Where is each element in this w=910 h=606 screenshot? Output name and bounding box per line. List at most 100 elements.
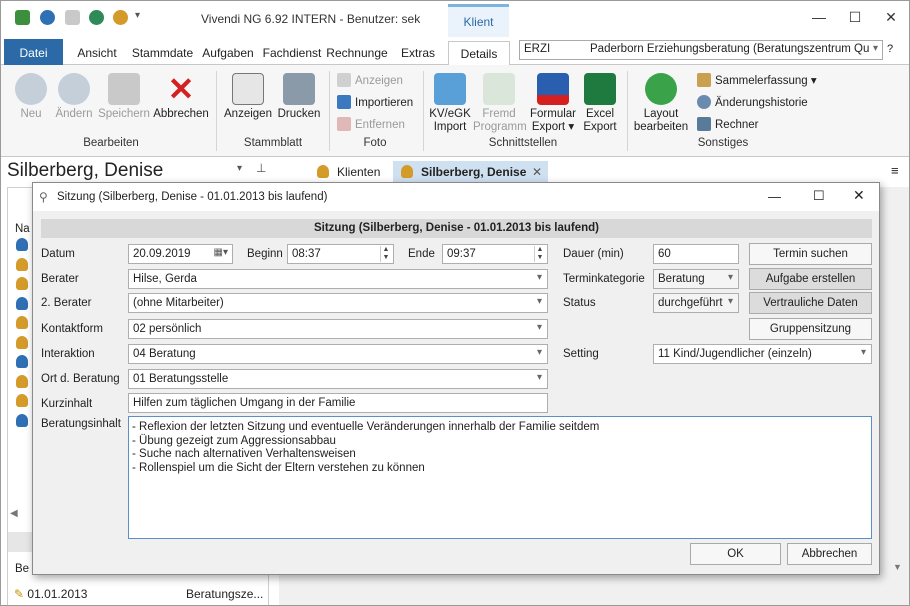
import-icon <box>337 95 351 109</box>
foto-importieren-button[interactable]: Importieren <box>337 95 413 109</box>
sitzung-dialog: ⚲ Sitzung (Silberberg, Denise - 01.01.20… <box>32 182 880 575</box>
document-preview-icon <box>232 73 264 105</box>
vertrauliche-daten-button[interactable]: Vertrauliche Daten <box>749 292 872 314</box>
tab-stammdaten[interactable]: Stammdate <box>131 41 194 65</box>
external-program-icon <box>483 73 515 105</box>
table-row[interactable]: ✎ 01.01.2013 Beratungsze... <box>8 583 268 605</box>
label-beginn: Beginn <box>247 248 283 260</box>
speichern-button[interactable]: Speichern <box>97 73 151 121</box>
stammblatt-anzeigen-button[interactable]: Anzeigen <box>223 73 273 121</box>
kurzinhalt-field[interactable]: Hilfen zum täglichen Umgang in der Famil… <box>128 393 548 413</box>
menu-icon[interactable]: ≡ <box>891 163 899 178</box>
rechner-button[interactable]: Rechner <box>697 117 758 131</box>
dauer-field[interactable]: 60 <box>653 244 739 264</box>
datum-field[interactable]: 20.09.2019 ▦▾ <box>128 244 233 264</box>
magnifier-icon <box>337 73 351 87</box>
abbrechen-ribbon-button[interactable]: ✕ Abbrechen <box>151 73 211 121</box>
sammelerfassung-button[interactable]: Sammelerfassung ▾ <box>697 73 817 87</box>
formular-export-button[interactable]: Formular Export ▾ <box>527 73 579 134</box>
aufgabe-erstellen-button[interactable]: Aufgabe erstellen <box>749 268 872 290</box>
layout-bearbeiten-button[interactable]: Layout bearbeiten <box>631 73 691 134</box>
qa-dropdown-icon[interactable]: ▾ <box>135 10 140 21</box>
berater-select[interactable]: Hilse, Gerda <box>128 269 548 289</box>
tab-ansicht[interactable]: Ansicht <box>67 41 127 65</box>
aendern-button[interactable]: Ändern <box>53 73 95 121</box>
kontaktform-select[interactable]: 02 persönlich <box>128 319 548 339</box>
tab-aufgaben[interactable]: Aufgaben <box>198 41 258 65</box>
checkmark-icon <box>645 73 677 105</box>
group-bearbeiten-label: Bearbeiten <box>83 137 139 149</box>
excel-export-button[interactable]: Excel Export <box>579 73 621 134</box>
setting-select[interactable]: 11 Kind/Jugendlicher (einzeln) <box>653 344 872 364</box>
help-icon[interactable]: ? <box>887 43 893 55</box>
tab-datei[interactable]: Datei <box>4 39 63 65</box>
doc-tab-klienten[interactable]: Klienten <box>309 161 389 183</box>
new-user-icon <box>15 73 47 105</box>
close-tab-icon[interactable]: ✕ <box>532 165 542 179</box>
card-reader-icon <box>434 73 466 105</box>
tab-rechnungen[interactable]: Rechnunge <box>326 41 388 65</box>
beratungsinhalt-textarea[interactable]: - Reflexion der letzten Sitzung und even… <box>128 416 872 539</box>
person-icon <box>16 335 28 349</box>
neu-button[interactable]: Neu <box>11 73 51 121</box>
pin-icon[interactable]: ⊥ <box>256 161 266 175</box>
ort-select[interactable]: 01 Beratungsstelle <box>128 369 548 389</box>
dialog-maximize-icon[interactable]: ☐ <box>813 188 825 204</box>
label-dauer: Dauer (min) <box>563 248 624 260</box>
abbrechen-button[interactable]: Abbrechen <box>787 543 872 565</box>
calendar-icon[interactable]: ▦▾ <box>214 247 228 258</box>
kvegk-import-button[interactable]: KV/eGK Import <box>427 73 473 134</box>
ribbon-separator <box>627 71 628 151</box>
group-sonstiges-label: Sonstiges <box>697 137 749 149</box>
org-name: Paderborn Erziehungsberatung (Beratungsz… <box>590 43 870 55</box>
maximize-icon[interactable]: ☐ <box>845 9 865 26</box>
label-beratungsinhalt: Beratungsinhalt <box>41 418 121 430</box>
history-icon <box>697 95 711 109</box>
person-icon <box>16 355 28 368</box>
interaktion-select[interactable]: 04 Beratung <box>128 344 548 364</box>
app-window: ▾ Vivendi NG 6.92 INTERN - Benutzer: sek… <box>0 0 910 606</box>
person-icon <box>16 394 28 407</box>
terminkategorie-select[interactable]: Beratung <box>653 269 739 289</box>
refresh-icon[interactable] <box>40 10 55 25</box>
tab-fachdienst[interactable]: Fachdienst <box>261 41 323 65</box>
spinner-icon[interactable]: ▲ ▼ <box>534 246 545 262</box>
ok-button[interactable]: OK <box>690 543 781 565</box>
globe-icon[interactable] <box>89 10 104 25</box>
beginn-field[interactable]: 08:37 ▲ ▼ <box>287 244 394 264</box>
aenderungshistorie-button[interactable]: Änderungshistorie <box>697 95 808 109</box>
label-berater2: 2. Berater <box>41 297 92 309</box>
termin-suchen-button[interactable]: Termin suchen <box>749 243 872 265</box>
status-select[interactable]: durchgeführt <box>653 293 739 313</box>
edit-user-icon <box>58 73 90 105</box>
gruppensitzung-button[interactable]: Gruppensitzung <box>749 318 872 340</box>
spinner-icon[interactable]: ▲ ▼ <box>380 246 391 262</box>
label-ende: Ende <box>408 248 435 260</box>
tab-details[interactable]: Details <box>448 41 510 66</box>
word-pdf-icon <box>537 73 569 105</box>
fremdprogramm-button[interactable]: Fremd Programm <box>473 73 527 134</box>
users-icon[interactable] <box>113 10 128 25</box>
label-datum: Datum <box>41 248 75 260</box>
close-icon[interactable]: ✕ <box>881 9 901 26</box>
foto-entfernen-button[interactable]: Entfernen <box>337 117 405 131</box>
tab-extras[interactable]: Extras <box>393 41 443 65</box>
foto-anzeigen-button[interactable]: Anzeigen <box>337 73 403 87</box>
org-selector[interactable]: ERZI Paderborn Erziehungsberatung (Beratu… <box>519 40 883 60</box>
scroll-left-icon[interactable]: ◀ <box>10 508 18 519</box>
window-title: Vivendi NG 6.92 INTERN - Benutzer: sek <box>201 12 421 26</box>
dialog-title-bar: ⚲ Sitzung (Silberberg, Denise - 01.01.20… <box>33 183 879 211</box>
printer-icon <box>283 73 315 105</box>
quick-access-icon[interactable] <box>15 10 30 25</box>
doc-tab-client[interactable]: Silberberg, Denise ✕ <box>393 161 548 183</box>
context-tab-klient[interactable]: Klient <box>448 4 509 37</box>
minimize-icon[interactable]: — <box>809 9 829 25</box>
search-icon[interactable] <box>65 10 80 25</box>
dialog-close-icon[interactable]: ✕ <box>853 187 865 204</box>
drucken-button[interactable]: Drucken <box>275 73 323 121</box>
dialog-minimize-icon[interactable]: — <box>768 189 781 204</box>
chevron-down-icon[interactable]: ▾ <box>237 163 242 174</box>
berater2-select[interactable]: (ohne Mitarbeiter) <box>128 293 548 313</box>
scroll-down-icon[interactable]: ▼ <box>893 562 902 572</box>
ende-field[interactable]: 09:37 ▲ ▼ <box>442 244 548 264</box>
